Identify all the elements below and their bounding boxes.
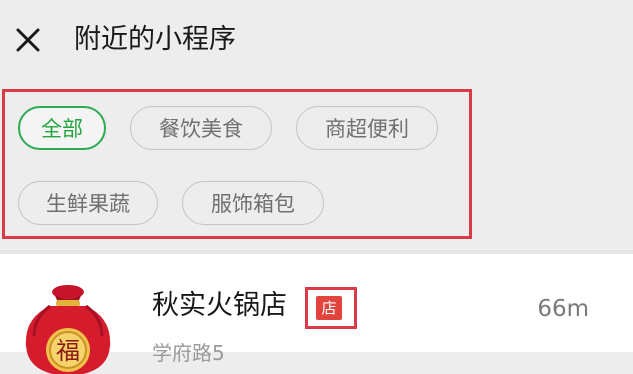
distance-label: 66m xyxy=(537,296,589,322)
page-title: 附近的小程序 xyxy=(74,24,236,55)
filter-chip-clothing-bags[interactable]: 服饰箱包 xyxy=(182,181,324,225)
address-label: 学府路5 xyxy=(152,341,225,365)
mini-program-list: 福 秋实火锅店 店 66m 学府路5 xyxy=(0,254,633,374)
close-icon xyxy=(16,28,40,52)
logo-character: 福 xyxy=(56,337,80,365)
filter-chip-food[interactable]: 餐饮美食 xyxy=(130,106,272,150)
filter-chip-supermarket[interactable]: 商超便利 xyxy=(296,106,438,150)
fortune-bag-icon: 福 xyxy=(25,285,111,374)
list-item[interactable]: 福 秋实火锅店 店 66m 学府路5 xyxy=(0,254,633,374)
store-badge-highlight: 店 xyxy=(305,287,357,329)
store-badge: 店 xyxy=(316,296,342,320)
close-button[interactable] xyxy=(10,22,46,58)
filter-chip-all[interactable]: 全部 xyxy=(18,106,106,150)
header-bar: 附近的小程序 xyxy=(0,0,633,84)
filter-chip-fresh-produce[interactable]: 生鲜果蔬 xyxy=(18,181,158,225)
shop-name: 秋实火锅店 xyxy=(152,290,287,321)
